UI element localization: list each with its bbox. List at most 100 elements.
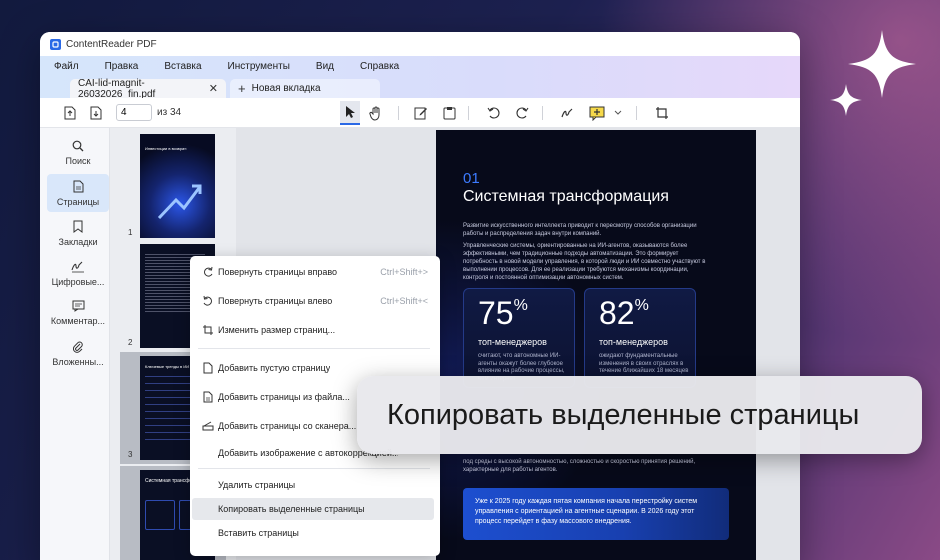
toolbar-divider (636, 106, 637, 120)
edit-icon[interactable] (413, 105, 429, 121)
stat-label: топ-менеджеров (599, 337, 668, 347)
toolbar-divider (468, 106, 469, 120)
menu-item-label: Добавить страницы со сканера... (218, 421, 357, 431)
menu-item-label: Вставить страницы (218, 528, 299, 538)
paragraph: под среды с высокой автономностью, сложн… (463, 459, 696, 473)
chevron-down-icon[interactable] (612, 105, 624, 121)
menu-view[interactable]: Вид (316, 61, 334, 72)
stat-card: 75% топ-менеджеров считают, что автономн… (463, 288, 575, 388)
thumbnail-number: 3 (128, 450, 133, 459)
paragraph: Развитие искусственного интеллекта приво… (463, 223, 697, 237)
menu-separator (198, 468, 430, 469)
crop-icon[interactable] (654, 105, 670, 121)
section-title: Системная трансформация (463, 188, 669, 205)
left-sidebar: Поиск Страницы Закладки Цифровые... Комм… (40, 128, 110, 560)
pages-icon (73, 180, 83, 192)
rotate-right-icon[interactable] (514, 105, 530, 121)
menu-file[interactable]: Файл (54, 61, 79, 72)
paragraph: Управленческие системы, ориентированные … (463, 243, 706, 281)
sidebar-item-pages[interactable]: Страницы (47, 174, 109, 212)
menu-item-label: Добавить пустую страницу (218, 363, 331, 373)
stat-value: 75% (478, 295, 528, 331)
sidebar-item-label: Вложенны... (52, 356, 104, 367)
menu-item-shortcut: Ctrl+Shift+< (380, 296, 428, 306)
sidebar-item-label: Цифровые... (51, 276, 105, 287)
sidebar-item-bookmarks[interactable]: Закладки (47, 214, 109, 252)
tab-bar: CAI-lid-magnit-26032026_fin.pdf ✕ + Нова… (40, 76, 800, 100)
add-comment-icon[interactable] (589, 105, 605, 121)
plus-icon: + (238, 81, 246, 96)
select-tool-icon[interactable] (340, 101, 360, 125)
tab-new-label: Новая вкладка (251, 83, 321, 94)
signature-icon (71, 261, 84, 272)
app-logo-icon (50, 38, 61, 50)
section-number: 01 (463, 170, 480, 187)
sidebar-item-comments[interactable]: Комментар... (47, 294, 109, 332)
comment-icon (72, 300, 84, 312)
menu-edit[interactable]: Правка (105, 61, 139, 72)
tab-new[interactable]: + Новая вкладка (230, 79, 380, 98)
menu-item-rotate-right[interactable]: Повернуть страницы вправо Ctrl+Shift+> (192, 261, 434, 283)
sidebar-item-label: Закладки (58, 236, 98, 247)
small-sparkle-icon (830, 84, 862, 116)
thumbnail-number: 2 (128, 338, 133, 347)
menu-tools[interactable]: Инструменты (228, 61, 290, 72)
close-tab-icon[interactable]: ✕ (209, 82, 218, 95)
page-number-input[interactable] (116, 104, 152, 121)
growth-arrow-icon (157, 184, 202, 220)
page-down-icon[interactable] (88, 105, 104, 121)
menu-item-label: Удалить страницы (218, 480, 296, 490)
toolbar: из 34 (40, 98, 800, 128)
menu-item-label: Добавить страницы из файла... (218, 392, 350, 402)
search-icon (72, 140, 84, 152)
menu-item-shortcut: Ctrl+Shift+> (380, 267, 428, 277)
menu-bar: Файл Правка Вставка Инструменты Вид Спра… (40, 56, 800, 76)
menu-item-delete[interactable]: Удалить страницы (192, 474, 434, 496)
sidebar-item-label: Страницы (56, 196, 100, 207)
menu-item-label: Повернуть страницы влево (218, 296, 333, 306)
hand-tool-icon[interactable] (368, 105, 384, 121)
feature-callout-text: Копировать выделенные страницы (387, 398, 860, 431)
menu-item-paste[interactable]: Вставить страницы (192, 522, 434, 544)
app-title: ContentReader PDF (66, 38, 157, 50)
thumbnail-page-1[interactable]: Инвестиции в возврат: (140, 134, 215, 238)
scanner-icon (202, 421, 214, 431)
toolbar-divider (542, 106, 543, 120)
rotate-left-icon (203, 295, 212, 306)
toolbar-divider (398, 106, 399, 120)
menu-item-rotate-left[interactable]: Повернуть страницы влево Ctrl+Shift+< (192, 290, 434, 312)
tab-document[interactable]: CAI-lid-magnit-26032026_fin.pdf ✕ (70, 77, 226, 100)
menu-item-label: Повернуть страницы вправо (218, 267, 338, 277)
blank-page-icon (203, 362, 213, 374)
rotate-right-icon (204, 266, 213, 277)
menu-item-label: Изменить размер страниц... (218, 325, 336, 335)
menu-item-label: Копировать выделенные страницы (218, 504, 365, 514)
sidebar-item-signatures[interactable]: Цифровые... (47, 254, 109, 292)
stat-value: 82% (599, 295, 649, 331)
menu-item-copy-selected[interactable]: Копировать выделенные страницы (192, 498, 434, 520)
menu-insert[interactable]: Вставка (164, 61, 201, 72)
page-up-icon[interactable] (62, 105, 78, 121)
feature-callout: Копировать выделенные страницы (357, 376, 922, 454)
signature-tool-icon[interactable] (559, 105, 575, 121)
callout-box: Уже к 2025 году каждая пятая компания на… (463, 488, 729, 540)
tab-document-label: CAI-lid-magnit-26032026_fin.pdf (78, 77, 156, 100)
sidebar-item-search[interactable]: Поиск (47, 134, 109, 172)
pdf-page: 01 Системная трансформация Развитие иску… (436, 130, 756, 560)
file-icon (203, 391, 213, 403)
attachment-icon (73, 341, 83, 353)
clipboard-icon[interactable] (441, 105, 457, 121)
page-count: из 34 (157, 107, 182, 118)
stat-text: ожидают фундаментальные изменения в свои… (599, 353, 689, 374)
stat-label: топ-менеджеров (478, 337, 547, 347)
rotate-left-icon[interactable] (486, 105, 502, 121)
menu-help[interactable]: Справка (360, 61, 399, 72)
sidebar-item-label: Поиск (65, 156, 91, 166)
menu-item-resize[interactable]: Изменить размер страниц... (192, 319, 434, 341)
thumbnail-number: 1 (128, 228, 133, 237)
title-bar: ContentReader PDF (40, 32, 800, 56)
sidebar-item-label: Комментар... (50, 316, 106, 326)
crop-icon (203, 325, 213, 335)
bookmark-icon (73, 220, 83, 233)
sidebar-item-attachments[interactable]: Вложенны... (47, 334, 109, 372)
